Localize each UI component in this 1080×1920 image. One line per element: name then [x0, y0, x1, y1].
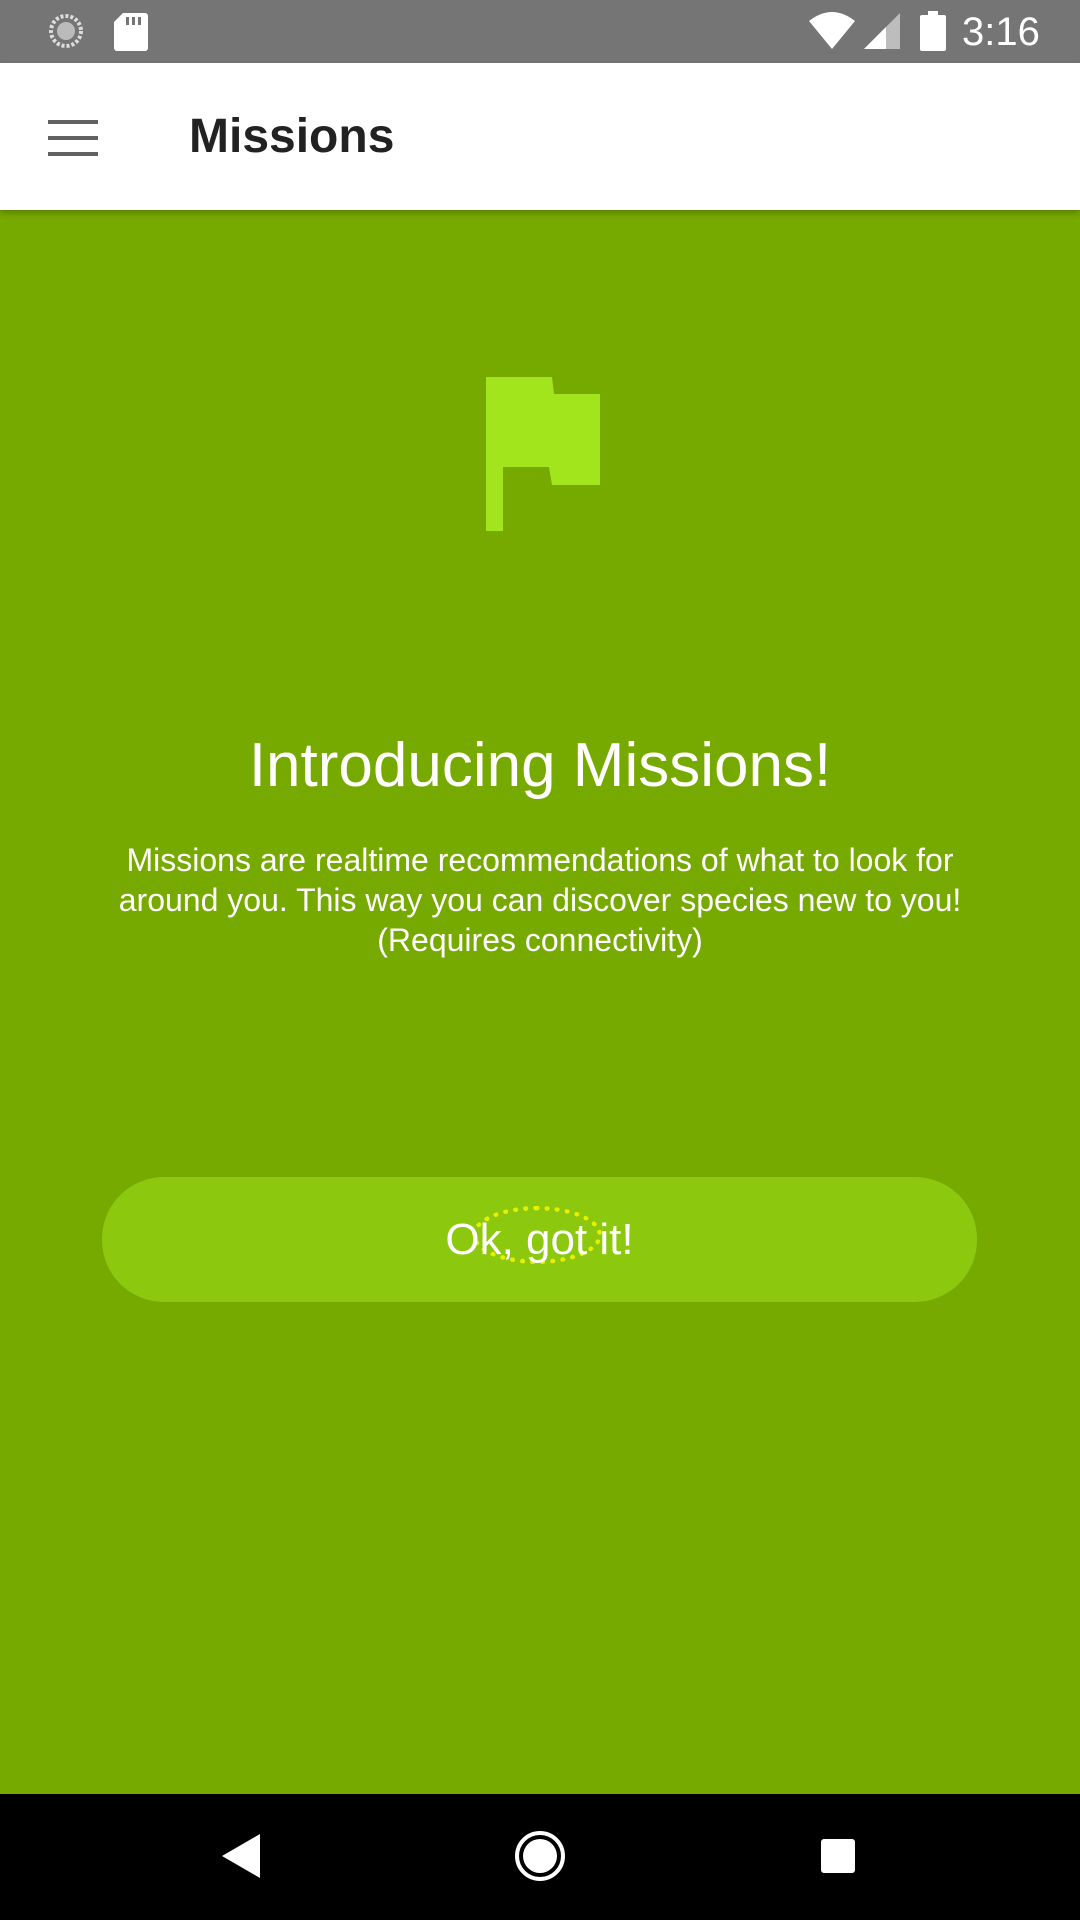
hamburger-menu-icon [48, 120, 98, 156]
wifi-icon [809, 12, 855, 49]
sd-card-icon [114, 13, 148, 51]
flag-icon [486, 377, 600, 531]
ok-got-it-button[interactable]: Ok, got it! [102, 1177, 977, 1302]
signal-icon [864, 13, 900, 49]
intro-title: Introducing Missions! [248, 731, 832, 800]
ok-button-label: Ok, got it! [445, 1214, 634, 1264]
home-icon[interactable] [514, 1830, 566, 1882]
app-bar: Missions [0, 63, 1080, 210]
battery-icon [920, 11, 946, 51]
intro-description: Missions are realtime recommendations of… [118, 842, 962, 958]
status-bar: 3:16 [0, 0, 1080, 63]
missions-intro: Introducing Missions! Missions are realt… [0, 210, 1080, 1794]
back-icon[interactable] [222, 1834, 260, 1878]
navigation-bar [0, 1794, 1080, 1920]
status-time: 3:16 [962, 10, 1040, 54]
page-title: Missions [189, 110, 395, 163]
sync-icon [49, 14, 83, 48]
menu-button[interactable] [34, 99, 112, 177]
recents-icon[interactable] [821, 1839, 855, 1873]
